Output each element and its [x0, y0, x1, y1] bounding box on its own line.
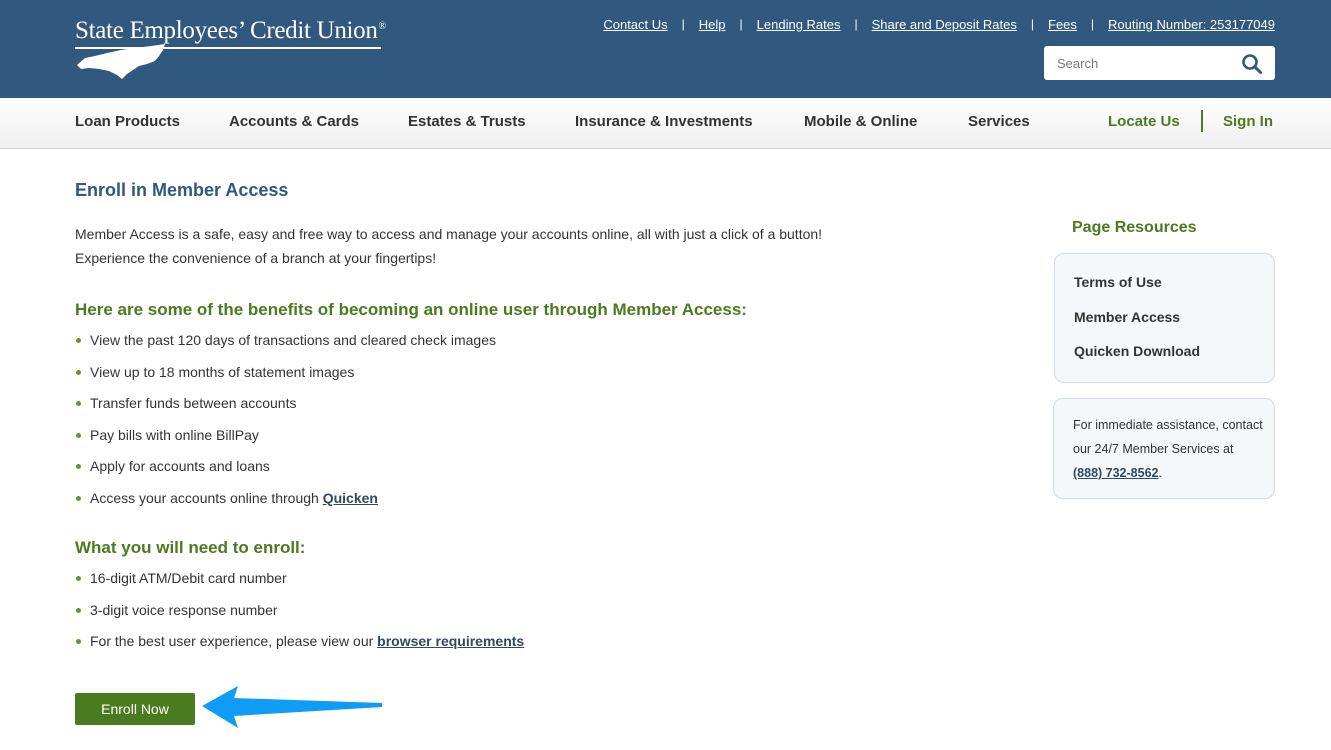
quicken-download-link[interactable]: Quicken Download — [1074, 343, 1200, 359]
routing-number-link[interactable]: Routing Number: 253177049 — [1108, 17, 1275, 32]
share-deposit-rates-link[interactable]: Share and Deposit Rates — [872, 17, 1017, 32]
separator: | — [854, 17, 858, 31]
north-carolina-state-icon — [77, 44, 165, 79]
logo[interactable]: State Employees’ Credit Union® — [75, 17, 386, 81]
separator: | — [739, 17, 743, 31]
search-box — [1044, 46, 1275, 80]
main-nav: Loan Products Accounts & Cards Estates &… — [0, 98, 1331, 149]
list-item: Pay bills with online BillPay — [75, 427, 496, 459]
quicken-link[interactable]: Quicken — [323, 490, 378, 506]
page-resources-box: Terms of Use Member Access Quicken Downl… — [1054, 253, 1275, 383]
nav-accounts-cards[interactable]: Accounts & Cards — [229, 113, 359, 130]
browser-requirements-link[interactable]: browser requirements — [377, 633, 524, 649]
nav-loan-products[interactable]: Loan Products — [75, 113, 180, 130]
list-item-text: Access your accounts online through — [90, 489, 323, 506]
page-resources-title: Page Resources — [1072, 219, 1197, 236]
list-item: For the best user experience, please vie… — [75, 633, 524, 665]
page-title: Enroll in Member Access — [75, 180, 289, 200]
assistance-end: . — [1158, 466, 1162, 480]
list-item: View up to 18 months of statement images — [75, 364, 496, 396]
benefits-heading: Here are some of the benefits of becomin… — [75, 300, 747, 319]
assistance-text: For immediate assistance, contact our 24… — [1073, 413, 1263, 485]
fees-link[interactable]: Fees — [1048, 17, 1077, 32]
help-link[interactable]: Help — [699, 17, 726, 32]
terms-of-use-link[interactable]: Terms of Use — [1074, 274, 1162, 290]
arrow-left-icon — [202, 686, 382, 728]
list-item: 3-digit voice response number — [75, 602, 524, 634]
requirements-list: 16-digit ATM/Debit card number 3-digit v… — [75, 570, 524, 665]
separator: | — [681, 17, 685, 31]
site-header: State Employees’ Credit Union® Contact U… — [0, 0, 1331, 98]
requirements-heading: What you will need to enroll: — [75, 538, 306, 557]
assistance-message: For immediate assistance, contact our 24… — [1073, 418, 1263, 456]
list-item: Transfer funds between accounts — [75, 395, 496, 427]
enroll-now-button[interactable]: Enroll Now — [75, 693, 195, 725]
lending-rates-link[interactable]: Lending Rates — [757, 17, 841, 32]
nav-mobile-online[interactable]: Mobile & Online — [804, 113, 917, 130]
member-access-link[interactable]: Member Access — [1074, 309, 1180, 325]
nav-insurance-investments[interactable]: Insurance & Investments — [575, 113, 753, 130]
locate-us-link[interactable]: Locate Us — [1108, 113, 1180, 130]
utility-nav: Contact Us | Help | Lending Rates | Shar… — [603, 15, 1275, 33]
separator: | — [1090, 17, 1095, 31]
sign-in-link[interactable]: Sign In — [1223, 113, 1273, 130]
list-item: Access your accounts online through Quic… — [75, 490, 496, 522]
logo-wordmark: State Employees’ Credit Union® — [75, 17, 386, 44]
list-item: Apply for accounts and loans — [75, 458, 496, 490]
intro-paragraph: Member Access is a safe, easy and free w… — [75, 226, 823, 266]
list-item: View the past 120 days of transactions a… — [75, 332, 496, 364]
nav-services[interactable]: Services — [968, 113, 1030, 130]
list-item-text: For the best user experience, please vie… — [90, 633, 378, 649]
search-icon[interactable] — [1241, 53, 1263, 75]
search-input[interactable] — [1044, 46, 1224, 80]
contact-us-link[interactable]: Contact Us — [603, 17, 667, 32]
separator: | — [1030, 17, 1035, 31]
benefits-list: View the past 120 days of transactions a… — [75, 332, 496, 521]
assistance-box: For immediate assistance, contact our 24… — [1053, 398, 1275, 499]
phone-link[interactable]: (888) 732-8562 — [1073, 466, 1158, 480]
nav-estates-trusts[interactable]: Estates & Trusts — [408, 113, 526, 130]
list-item: 16-digit ATM/Debit card number — [75, 570, 524, 602]
nav-divider — [1201, 110, 1203, 132]
